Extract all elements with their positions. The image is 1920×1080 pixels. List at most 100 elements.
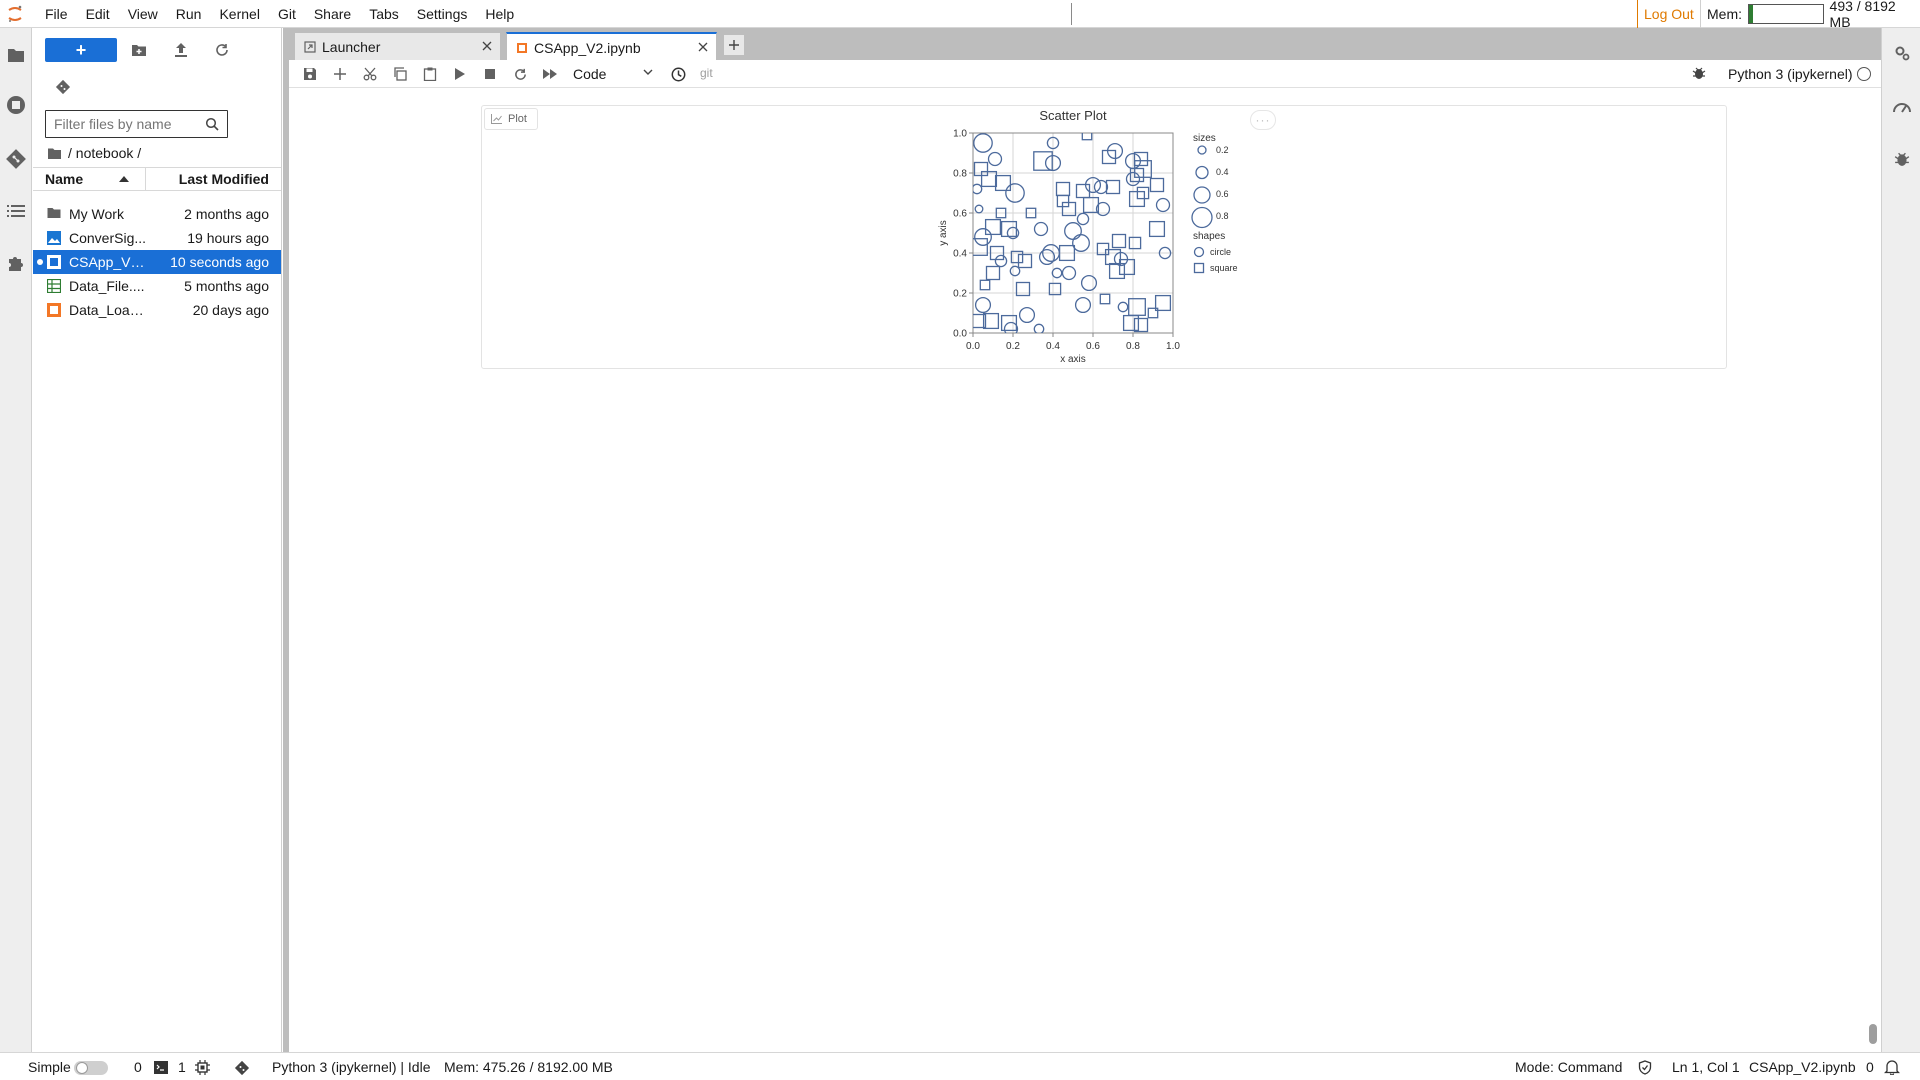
data-point-square (1129, 167, 1145, 183)
debugger-bug-icon[interactable] (1692, 66, 1706, 80)
data-point-square (1101, 149, 1117, 165)
column-modified-header[interactable]: Last Modified (179, 171, 269, 187)
file-browser-icon[interactable] (5, 44, 27, 66)
data-point-square (1148, 220, 1166, 238)
file-row[interactable]: CSApp_V2... 10 seconds ago (33, 250, 281, 274)
extensions-puzzle-icon[interactable] (5, 252, 27, 274)
git-status-icon[interactable] (234, 1060, 250, 1076)
git-clone-icon[interactable] (53, 77, 73, 97)
data-point-square (1105, 179, 1121, 195)
menu-view[interactable]: View (119, 0, 167, 28)
file-name: ConverSig... (69, 230, 147, 246)
restart-icon[interactable] (511, 65, 529, 83)
kernel-count[interactable]: 1 (178, 1059, 186, 1075)
data-point-circle (994, 254, 1008, 268)
fast-forward-icon[interactable] (541, 65, 559, 83)
data-point-square (985, 265, 1001, 281)
property-inspector-gears-icon[interactable] (1891, 42, 1913, 64)
file-row[interactable]: Data_File.... 5 months ago (33, 274, 281, 298)
insert-cell-icon[interactable] (331, 65, 349, 83)
column-separator[interactable] (145, 168, 146, 190)
file-row[interactable]: My Work 2 months ago (33, 202, 281, 226)
data-point-square (1104, 248, 1122, 266)
file-list-header: Name Last Modified (33, 167, 281, 191)
data-point-circle (974, 204, 984, 214)
data-point-circle (973, 183, 983, 195)
menu-kernel[interactable]: Kernel (210, 0, 268, 28)
vertical-scrollbar-thumb[interactable] (1869, 1024, 1877, 1044)
trusted-shield-icon[interactable] (1638, 1060, 1652, 1075)
close-icon[interactable] (698, 42, 708, 52)
data-point-circle (1074, 296, 1092, 314)
data-point-square (1136, 186, 1150, 200)
data-point-square (1149, 177, 1165, 193)
menu-edit[interactable]: Edit (77, 0, 119, 28)
notebook-icon (47, 255, 61, 269)
file-row[interactable]: Data_Load... 20 days ago (33, 298, 281, 322)
tab-launcher[interactable]: Launcher (294, 32, 501, 60)
plot-tab-button[interactable]: Plot (484, 108, 538, 130)
x-tick-label: 0.6 (1086, 341, 1100, 352)
kernel-name[interactable]: Python 3 (ipykernel) (1728, 66, 1853, 82)
menu-tabs[interactable]: Tabs (360, 0, 408, 28)
notebook-toolbar: Code git Python 3 (ipykernel) (289, 60, 1881, 88)
terminal-count[interactable]: 0 (134, 1059, 142, 1075)
logout-container: Log Out (1637, 0, 1694, 28)
run-icon[interactable] (451, 65, 469, 83)
table-of-contents-icon[interactable] (5, 200, 27, 222)
memory-bar (1748, 4, 1824, 24)
tab-notebook[interactable]: CSApp_V2.ipynb (506, 32, 717, 60)
cell-type-select[interactable]: Code (573, 64, 655, 84)
new-tab-button[interactable] (723, 34, 745, 56)
menu-git[interactable]: Git (269, 0, 305, 28)
data-point-square (1133, 317, 1149, 333)
chart-actions-button[interactable]: ··· (1250, 110, 1276, 130)
bell-icon[interactable] (1884, 1059, 1900, 1075)
data-point-square (1128, 236, 1142, 250)
close-icon[interactable] (482, 41, 492, 51)
history-clock-icon[interactable] (669, 65, 687, 83)
cursor-position[interactable]: Ln 1, Col 1 (1672, 1059, 1740, 1075)
menu-settings[interactable]: Settings (408, 0, 477, 28)
spreadsheet-icon (47, 279, 61, 293)
notification-count[interactable]: 0 (1866, 1059, 1874, 1075)
logout-button[interactable]: Log Out (1644, 6, 1694, 22)
git-label[interactable]: git (700, 66, 713, 80)
chart-icon (491, 114, 502, 124)
data-point-square (1055, 181, 1071, 197)
copy-icon[interactable] (391, 65, 409, 83)
menu-file[interactable]: File (36, 0, 77, 28)
jupyter-logo-icon[interactable] (0, 0, 30, 28)
new-folder-icon[interactable] (129, 40, 149, 60)
stop-icon[interactable] (481, 65, 499, 83)
git-icon[interactable] (5, 148, 27, 170)
menu-help[interactable]: Help (476, 0, 523, 28)
paste-icon[interactable] (421, 65, 439, 83)
breadcrumb[interactable]: / notebook / (47, 143, 141, 163)
file-row[interactable]: ConverSig... 19 hours ago (33, 226, 281, 250)
resource-usage-gauge-icon[interactable] (1891, 96, 1913, 118)
column-name-header[interactable]: Name (45, 171, 83, 187)
folder-icon (48, 148, 61, 159)
save-icon[interactable] (301, 65, 319, 83)
data-point-circle (1080, 274, 1098, 292)
file-modified: 19 hours ago (187, 230, 269, 246)
filter-files-input[interactable] (45, 110, 228, 138)
data-point-circle (974, 228, 992, 246)
running-sessions-icon[interactable] (5, 94, 27, 116)
new-launcher-button[interactable]: + (45, 38, 117, 62)
menu-run[interactable]: Run (167, 0, 211, 28)
status-bar: Simple 0 1 Python 3 (ipykernel) | Idle M… (0, 1052, 1920, 1080)
refresh-icon[interactable] (212, 40, 232, 60)
memory-value: 493 / 8192 MB (1829, 0, 1896, 30)
data-point-circle (1033, 323, 1045, 333)
image-file-icon (47, 231, 61, 245)
simple-mode-toggle[interactable] (74, 1061, 108, 1075)
data-point-circle (1155, 197, 1171, 213)
cut-icon[interactable] (361, 65, 379, 83)
debugger-bug-icon[interactable] (1891, 148, 1913, 170)
data-point-square (1147, 307, 1159, 319)
upload-icon[interactable] (171, 40, 191, 60)
menu-share[interactable]: Share (305, 0, 360, 28)
kernel-status-text[interactable]: Python 3 (ipykernel) | Idle (272, 1059, 431, 1075)
